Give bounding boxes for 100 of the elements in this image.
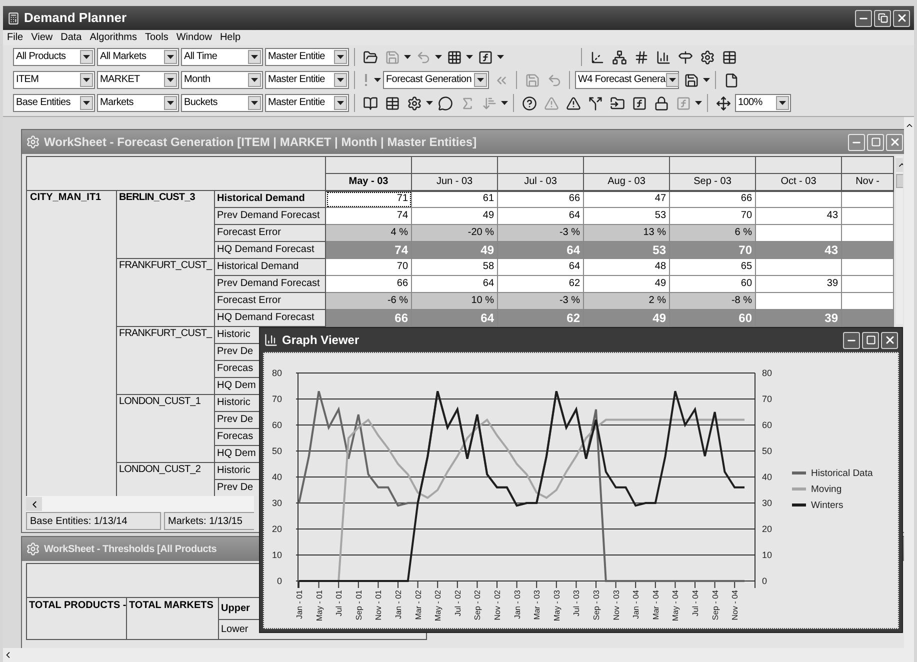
scroll-up-icon[interactable] — [904, 121, 914, 130]
settings-icon[interactable] — [700, 50, 714, 64]
menu-item[interactable]: Tools — [145, 32, 168, 42]
table-cell: 60 — [670, 276, 756, 292]
dropdown-arrow-icon — [426, 101, 433, 105]
dropdown[interactable]: All Time — [181, 48, 263, 66]
market-label: LONDON_CUST_1 — [119, 396, 200, 407]
dropdown[interactable]: All Markets — [97, 48, 179, 66]
number-icon[interactable] — [634, 50, 648, 64]
dropdown[interactable]: ITEM — [13, 71, 95, 89]
hierarchy-icon[interactable] — [612, 50, 626, 64]
table-cell: 43 — [756, 208, 842, 224]
bar-chart-icon[interactable] — [656, 50, 670, 64]
menu-item[interactable]: View — [31, 32, 53, 42]
dropdown[interactable]: W4 Forecast Genera — [575, 71, 679, 89]
dropdown[interactable]: All Products — [13, 48, 95, 66]
dropdown[interactable]: Base Entities — [13, 94, 95, 112]
column-header[interactable]: Oct - 03 — [756, 174, 842, 190]
folder-open-icon[interactable] — [362, 50, 378, 64]
axis-tick-label: Mar - 04 — [651, 590, 660, 620]
save-icon[interactable] — [684, 72, 698, 88]
gear-icon[interactable] — [406, 96, 422, 110]
dropdown[interactable]: Master Entitie — [265, 94, 349, 112]
new-file-icon[interactable] — [724, 72, 738, 88]
menu-item[interactable]: File — [7, 32, 24, 42]
minimize-button[interactable] — [855, 10, 872, 26]
legend-label: Moving — [811, 484, 842, 495]
axis-tick-label: 40 — [762, 472, 772, 482]
dropdown[interactable]: Buckets — [181, 94, 263, 112]
market-label: FRANKFURT_CUST_ — [119, 328, 212, 339]
axis-tick-label: 40 — [272, 472, 282, 482]
dropdown[interactable]: Month — [181, 71, 263, 89]
window-title: WorkSheet - Forecast Generation [ITEM | MARKET | Month | Master Entities] — [44, 134, 478, 151]
close-button[interactable] — [881, 332, 898, 348]
restore-icon — [878, 13, 888, 23]
measure-label[interactable]: Historic — [217, 397, 250, 408]
grid-icon[interactable] — [446, 50, 462, 64]
table-cell: 39 — [756, 310, 842, 326]
table-icon[interactable] — [722, 50, 736, 64]
axis-tick-label: 80 — [762, 368, 772, 378]
restore-button[interactable] — [874, 10, 891, 26]
vertical-scrollbar[interactable] — [904, 117, 914, 648]
horizontal-scrollbar[interactable] — [26, 496, 254, 512]
dropdown-arrow-icon — [251, 101, 258, 105]
split-icon[interactable] — [588, 96, 602, 110]
function-icon[interactable] — [478, 50, 492, 64]
column-header[interactable]: Nov - — [842, 174, 894, 190]
dropdown[interactable]: Master Entitie — [265, 71, 349, 89]
chart-icon — [264, 333, 278, 347]
move-icon[interactable] — [716, 96, 730, 110]
column-header[interactable]: Jun - 03 — [412, 174, 498, 190]
folder-icon[interactable] — [610, 96, 624, 110]
app-icon — [7, 12, 20, 24]
table-cell: 13 % — [584, 224, 670, 242]
table-cell: 74 — [326, 208, 412, 224]
column-header[interactable]: Aug - 03 — [584, 174, 670, 190]
axis-tick-label: Jul - 02 — [453, 590, 462, 616]
scroll-left-button[interactable] — [26, 497, 42, 511]
table-cell: 49 — [584, 310, 670, 326]
function-icon[interactable] — [632, 96, 646, 110]
column-header[interactable]: Sep - 03 — [670, 174, 756, 190]
signpost-icon[interactable] — [678, 50, 692, 64]
minimize-button[interactable] — [843, 332, 860, 348]
lock-icon[interactable] — [654, 96, 668, 110]
axis-tick-label: Mar - 03 — [532, 590, 542, 620]
menu-item[interactable]: Data — [60, 32, 82, 42]
column-header[interactable]: May - 03 — [326, 174, 412, 190]
warning-icon[interactable] — [566, 96, 580, 110]
measure-label[interactable]: HQ Dem — [217, 448, 256, 459]
axis-tick-label: 0 — [276, 576, 282, 586]
comment-icon[interactable] — [438, 96, 452, 110]
close-button[interactable] — [893, 10, 910, 26]
column-header[interactable]: Jul - 03 — [498, 174, 584, 190]
axis-tick-label: Sep - 04 — [710, 590, 720, 620]
measure-label[interactable]: Prev De — [217, 414, 254, 425]
legend-label: Historical Data — [811, 468, 873, 479]
dropdown[interactable]: 100% — [735, 94, 791, 112]
dropdown[interactable]: MARKET — [97, 71, 179, 89]
axis-tick-label: 20 — [762, 524, 772, 534]
measure-label: Upper — [221, 602, 250, 614]
measure-label[interactable]: Historic — [217, 465, 250, 476]
menu-item[interactable]: Window — [176, 32, 212, 42]
menu-item[interactable]: Algorithms — [90, 32, 137, 42]
dropdown[interactable]: Forecast Generation — [383, 71, 489, 89]
maximize-icon — [870, 137, 880, 147]
axis-icon[interactable] — [590, 50, 604, 64]
book-icon[interactable] — [362, 96, 378, 110]
measure-label[interactable]: Forecas — [217, 363, 254, 374]
maximize-button[interactable] — [862, 332, 879, 348]
horizontal-scrollbar[interactable] — [3, 648, 914, 662]
table-cell: 49 — [584, 276, 670, 292]
axis-tick-label: 30 — [272, 498, 282, 508]
menu-item[interactable]: Help — [220, 32, 241, 42]
dropdown[interactable]: Markets — [97, 94, 179, 112]
measure-label[interactable]: Historic — [217, 329, 250, 340]
axis-tick-label: Sep - 01 — [354, 590, 364, 620]
help-icon[interactable] — [522, 96, 536, 110]
axis-tick-label: May - 01 — [314, 590, 324, 622]
table-icon[interactable] — [384, 96, 400, 110]
dropdown[interactable]: Master Entitie — [265, 48, 349, 66]
